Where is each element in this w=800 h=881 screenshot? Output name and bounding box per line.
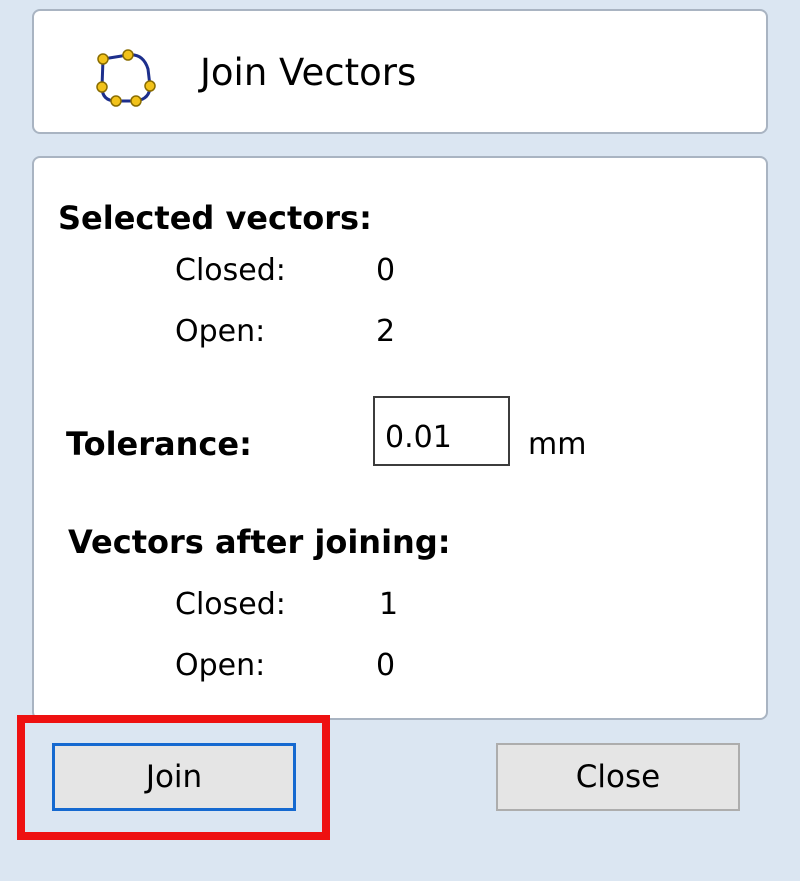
tolerance-input[interactable] — [373, 396, 510, 466]
after-open-value: 0 — [376, 648, 396, 683]
selected-open-value: 2 — [376, 314, 396, 349]
selected-vectors-heading: Selected vectors: — [58, 199, 372, 237]
after-open-label: Open: — [175, 648, 266, 683]
selected-closed-value: 0 — [376, 253, 396, 288]
selected-open-label: Open: — [175, 314, 266, 349]
after-closed-label: Closed: — [175, 587, 286, 622]
tolerance-label: Tolerance: — [66, 425, 252, 463]
join-button[interactable]: Join — [52, 743, 296, 811]
header-panel: Join Vectors — [32, 9, 768, 134]
main-panel: Selected vectors: Closed: 0 Open: 2 Tole… — [32, 156, 768, 720]
after-joining-heading: Vectors after joining: — [68, 523, 451, 561]
selected-closed-label: Closed: — [175, 253, 286, 288]
tolerance-unit: mm — [528, 427, 587, 462]
join-vectors-icon — [96, 49, 156, 107]
close-button[interactable]: Close — [496, 743, 740, 811]
after-closed-value: 1 — [379, 587, 399, 622]
page-title: Join Vectors — [200, 51, 417, 94]
